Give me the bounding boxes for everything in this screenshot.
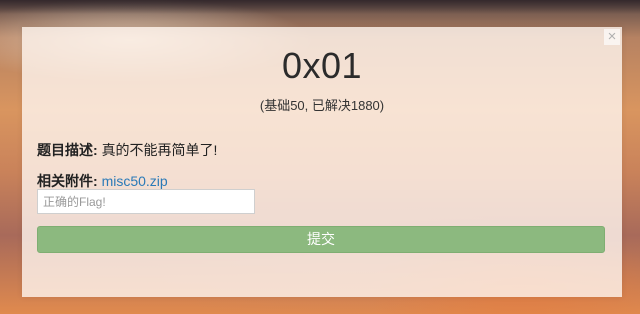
background-image: [0, 0, 640, 14]
challenge-title: 0x01: [281, 45, 363, 86]
close-icon[interactable]: ×: [604, 29, 620, 45]
attachment-label: 相关附件:: [37, 173, 98, 189]
attachment-link[interactable]: misc50.zip: [102, 173, 168, 189]
flag-input[interactable]: [37, 189, 255, 214]
challenge-subtitle: (基础50, 已解决1880): [259, 98, 385, 113]
submit-button[interactable]: 提交: [37, 226, 605, 253]
attachment-row: 相关附件: misc50.zip: [37, 171, 168, 191]
description-label: 题目描述:: [37, 142, 98, 158]
challenge-modal: × 0x01 (基础50, 已解决1880) 题目描述: 真的不能再简单了! 相…: [22, 27, 622, 297]
description-text: 真的不能再简单了!: [101, 142, 218, 158]
description-row: 题目描述: 真的不能再简单了!: [37, 140, 217, 160]
